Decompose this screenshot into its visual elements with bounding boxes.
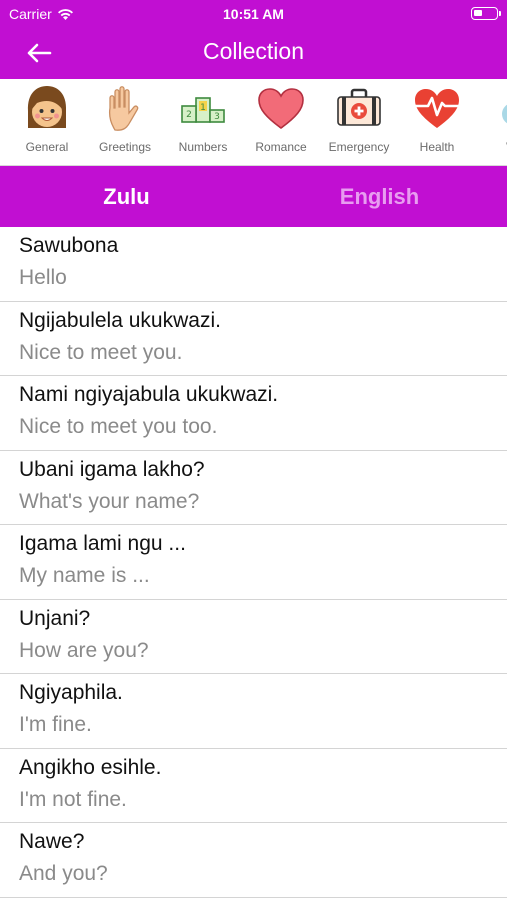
svg-text:1: 1 <box>200 103 206 113</box>
girl-face-icon <box>27 86 67 128</box>
list-item[interactable]: Ngijabulela ukukwazi. Nice to meet you. <box>0 302 507 376</box>
phrase-text: Nami ngiyajabula ukukwazi. <box>19 383 279 406</box>
navigation-bar: Collection <box>0 28 507 76</box>
category-romance[interactable]: Romance <box>242 79 320 165</box>
segment-english[interactable]: English <box>253 166 506 227</box>
translation-text: I'm not fine. <box>19 787 127 811</box>
category-general[interactable]: General <box>8 79 86 165</box>
list-item[interactable]: Igama lami ngu ... My name is ... <box>0 525 507 600</box>
language-segmented-control: Zulu English <box>0 166 507 227</box>
phrase-text: Ngijabulela ukukwazi. <box>19 308 221 332</box>
phrase-text: Angikho esihle. <box>19 755 162 779</box>
category-emergency[interactable]: Emergency <box>320 79 398 165</box>
translation-text: My name is ... <box>19 564 150 587</box>
list-item[interactable]: Nami ngiyajabula ukukwazi. Nice to meet … <box>0 376 507 451</box>
first-aid-kit-icon <box>337 88 381 126</box>
phrase-text: Nawe? <box>19 830 85 853</box>
phrase-list: Sawubona Hello Ngijabulela ukukwazi. Nic… <box>0 227 507 898</box>
phrase-text: Unjani? <box>19 606 91 630</box>
translation-text: I'm fine. <box>19 713 92 736</box>
category-label: Emergency <box>328 140 390 154</box>
clock: 10:51 AM <box>223 6 284 22</box>
translation-text: Nice to meet you. <box>19 340 183 364</box>
category-label: Health <box>419 140 455 154</box>
list-item[interactable]: Angikho esihle. I'm not fine. <box>0 749 507 823</box>
segment-zulu[interactable]: Zulu <box>0 166 253 227</box>
category-label: Romance <box>255 140 307 154</box>
status-bar: Carrier 10:51 AM <box>0 0 507 28</box>
phrase-text: Sawubona <box>19 234 119 257</box>
translation-text: How are you? <box>19 638 149 662</box>
battery-icon <box>471 7 501 20</box>
list-item[interactable]: Ngiyaphila. I'm fine. <box>0 674 507 749</box>
svg-text:2: 2 <box>186 110 192 120</box>
category-label: Numbers <box>178 140 228 154</box>
heart-icon <box>258 88 304 129</box>
translation-text: Nice to meet you too. <box>19 415 218 438</box>
phrase-text: Ubani igama lakho? <box>19 457 205 481</box>
category-label: We <box>472 140 507 154</box>
translation-text: What's your name? <box>19 489 200 513</box>
phrase-text: Ngiyaphila. <box>19 681 123 704</box>
header: Carrier 10:51 AM Collection <box>0 0 507 79</box>
category-greetings[interactable]: Greetings <box>86 79 164 165</box>
list-item[interactable]: Sawubona Hello <box>0 227 507 302</box>
category-label: Greetings <box>98 140 152 154</box>
podium-numbers-icon: 1 2 3 <box>181 97 225 123</box>
phrase-text: Igama lami ngu ... <box>19 532 186 555</box>
list-item[interactable]: Unjani? How are you? <box>0 600 507 674</box>
weather-icon <box>502 104 507 124</box>
waving-hand-icon <box>109 86 139 131</box>
category-bar: General Greetings 1 2 3 Numbers Romance <box>0 79 507 166</box>
svg-text:3: 3 <box>214 112 220 122</box>
list-item[interactable]: Ubani igama lakho? What's your name? <box>0 451 507 525</box>
category-numbers[interactable]: 1 2 3 Numbers <box>164 79 242 165</box>
page-title: Collection <box>203 38 304 64</box>
translation-text: And you? <box>19 862 108 885</box>
heartbeat-icon <box>415 89 459 128</box>
category-weather[interactable]: We <box>476 79 507 165</box>
category-health[interactable]: Health <box>398 79 476 165</box>
category-label: General <box>25 140 69 154</box>
list-item[interactable]: Nawe? And you? <box>0 823 507 898</box>
translation-text: Hello <box>19 266 67 289</box>
